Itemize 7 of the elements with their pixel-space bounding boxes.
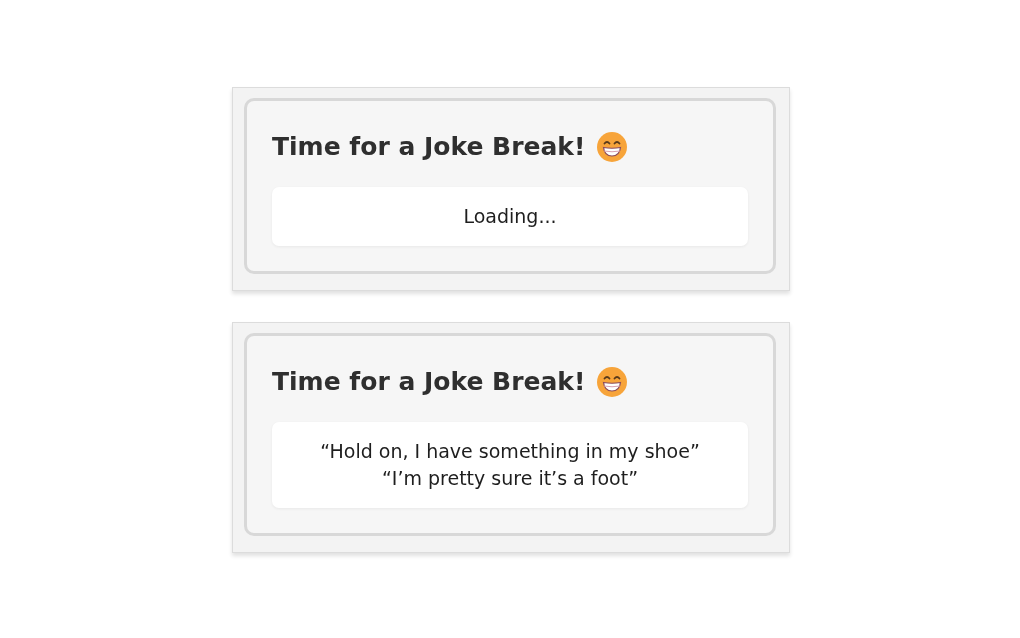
- joke-text: “I’m pretty sure it’s a foot”: [381, 466, 638, 491]
- joke-text: “Hold on, I have something in my shoe”: [320, 439, 700, 464]
- card-title: Time for a Joke Break!: [272, 366, 586, 398]
- grinning-face-icon: [597, 367, 628, 397]
- joke-text: Loading...: [463, 204, 557, 229]
- grinning-face-icon: [597, 132, 628, 162]
- card-title: Time for a Joke Break!: [272, 131, 586, 163]
